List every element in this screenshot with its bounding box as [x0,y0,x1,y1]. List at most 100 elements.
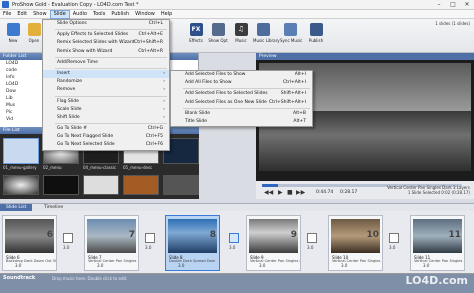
music-label: Music [235,38,247,43]
publish-button[interactable]: Publish [306,21,326,51]
slide-description: Vertical Center Pan Singles Dark [250,259,300,263]
slide-card[interactable]: 10 Slide 10 Vertical Center Pan Singles … [328,215,383,271]
playback-controls: ◀◀ ▶ ■ ▶▶ 0:44.74 0:28.17 Vertical Cente… [256,181,474,199]
transition-icon[interactable] [145,233,155,243]
forward-icon[interactable]: ▶▶ [296,189,305,196]
menu-tools[interactable]: Tools [90,10,108,19]
menu-item-shift-slide[interactable]: Shift Slide › [43,114,169,122]
insert-submenu: Add Selected Files to Show Alt+I Add All … [170,70,313,128]
transition-icon[interactable] [63,233,73,243]
menu-item-remix-show[interactable]: Remix Show with Wizard Ctrl+Alt+R [43,48,169,56]
menu-separator [55,29,167,31]
menu-item-scale-slide[interactable]: Scale Slide › [43,106,169,114]
rewind-icon[interactable]: ◀◀ [264,189,273,196]
menu-item-label: Go To Slide # [57,126,88,132]
slide-count-text: 1 slides (1 slides) [435,21,470,26]
menu-item-next-selected[interactable]: Go To Next Selected Slide Ctrl+F6 [43,141,169,149]
menu-item-slide-options[interactable]: Slide Options Ctrl+L [43,20,169,28]
slide-card[interactable]: 7 Slide 7 Vertical Center Pan Singles 3.… [84,215,139,271]
menu-item-title-slide[interactable]: Title Slide Alt+T [171,118,312,126]
open-icon [27,23,41,36]
menu-item-remix-selected[interactable]: Remix Selected Slides with Wizard Ctrl+Sh… [43,39,169,47]
menu-item-label: Blank Slide [185,110,210,116]
menu-item-shortcut: Ctrl+Shift+Alt+I [269,99,306,105]
slide-card-selected[interactable]: 8 Slide 8 Double Dock Spread Dark 3.0 [165,215,220,271]
menu-item-label: Add Selected Files to Selected Slides [185,91,268,97]
sync-music-icon [283,23,297,36]
menu-window[interactable]: Window [132,10,158,19]
close-button[interactable]: ✕ [460,0,474,10]
time-current: 0:44.74 [316,190,334,195]
menu-item-next-flagged[interactable]: Go To Next Flagged Slide Ctrl+F5 [43,133,169,141]
menu-item-label: Add All Files to Show [185,80,232,86]
slide-duration: 3.0 [15,263,22,268]
slide-card[interactable]: 9 Slide 9 Vertical Center Pan Singles Da… [246,215,301,271]
menu-item-remove[interactable]: Remove › [43,86,169,94]
slide-card[interactable]: 11 Slide 11 Vertical Center Pan Singles … [410,215,465,271]
file-thumb[interactable] [83,175,119,195]
menu-audio[interactable]: Audio [70,10,90,19]
menu-item-apply-effects[interactable]: Apply Effects to Selected Slides Ctrl+Alt… [43,31,169,39]
menu-help[interactable]: Help [158,10,175,19]
menu-show[interactable]: Show [30,10,50,19]
open-button[interactable]: Open [24,21,44,51]
transition-icon[interactable] [389,233,399,243]
stop-icon[interactable]: ■ [287,189,293,196]
menu-file[interactable]: File [0,10,14,19]
menu-separator [183,88,310,90]
new-button[interactable]: New [3,21,23,51]
menu-item-blank-slide[interactable]: Blank Slide Alt+B [171,110,312,118]
menu-item-insert[interactable]: Insert › [43,69,169,79]
menu-item-randomize[interactable]: Randomize › [43,78,169,86]
file-thumb[interactable] [43,175,79,195]
menu-item-label: Shift Slide [57,114,80,120]
menu-item-label: Add Selected Files to Show [185,72,246,77]
menu-item-shortcut: Ctrl+F5 [145,134,163,140]
file-thumb-label: 01_menu-gallery [3,165,37,170]
menu-item-add-all-files[interactable]: Add All Files to Show Ctrl+Alt+I [171,79,312,87]
playback-progress-fill [262,184,278,187]
menu-item-flag-slide[interactable]: Flag Slide › [43,98,169,106]
slide-menu-dropdown: Slide Options Ctrl+L Apply Effects to Sel… [42,19,170,151]
slide-description: Double Dock Spread Dark [169,259,216,263]
slide-duration: 3.0 [423,263,430,268]
sync-music-button[interactable]: Sync Music [280,21,302,51]
show-options-button[interactable]: Show Opt [208,21,228,51]
menu-item-label: Randomize [57,79,83,85]
menu-item-label: Go To Next Flagged Slide [57,134,114,140]
submenu-arrow-icon: › [163,106,165,112]
file-thumb-label: 05_menu-desc [123,165,153,170]
menu-item-add-remove-time[interactable]: Add/Remove Time [43,59,169,67]
file-thumb[interactable] [3,175,39,195]
play-icon[interactable]: ▶ [278,189,283,196]
menu-publish[interactable]: Publish [108,10,132,19]
transition-icon[interactable] [307,233,317,243]
music-library-button[interactable]: Music Library [253,21,280,51]
submenu-arrow-icon: › [163,70,165,76]
menu-separator [55,56,167,58]
file-thumb[interactable] [123,175,159,195]
file-thumb[interactable] [163,175,199,195]
menu-item-go-to-slide[interactable]: Go To Slide # Ctrl+G [43,125,169,133]
menu-edit[interactable]: Edit [14,10,30,19]
menu-item-add-selected-files[interactable]: Add Selected Files to Show Alt+I [171,71,312,79]
file-thumb[interactable] [3,138,39,164]
slide-number: 8 [209,230,216,240]
menu-item-shortcut: Alt+I [294,72,306,77]
minimize-button[interactable]: – [432,0,446,10]
maximize-button[interactable]: □ [446,0,460,10]
slide-description: Vertical Center Pan Singles [414,259,463,263]
menu-item-shortcut: Ctrl+G [147,126,163,132]
transition-icon[interactable] [229,233,239,243]
slide-card[interactable]: 6 Slide 6 Backdrop Dark Zoom Out 50 3.0 [2,215,57,271]
menu-separator [55,67,167,69]
menu-item-label: Add/Remove Time [57,59,98,65]
music-library-icon [256,23,270,36]
slide-number: 6 [46,230,53,240]
menu-slide[interactable]: Slide [49,9,70,19]
music-button[interactable]: ♫ Music [231,21,251,51]
soundtrack-bar[interactable]: Soundtrack Drop music here. Double click… [0,274,474,293]
effects-button[interactable]: FX Effects [186,21,206,51]
menu-item-add-to-selected-slides[interactable]: Add Selected Files to Selected Slides Shi… [171,90,312,98]
menu-item-add-as-one-slide[interactable]: Add Selected Files as One New Slide Ctrl+… [171,99,312,107]
